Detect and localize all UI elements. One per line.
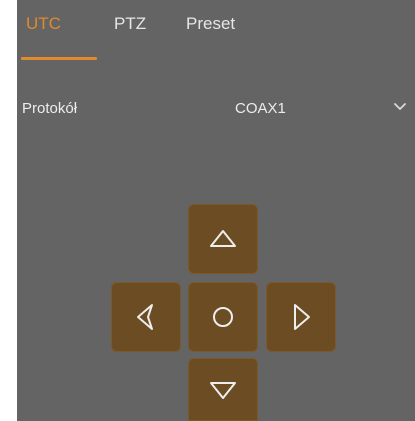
tab-ptz[interactable]: PTZ — [114, 14, 146, 34]
chevron-down-icon[interactable] — [393, 100, 407, 114]
tab-preset[interactable]: Preset — [186, 14, 235, 34]
tab-utc[interactable]: UTC — [26, 14, 61, 34]
tab-bar: UTC PTZ Preset — [17, 0, 415, 60]
center-button[interactable] — [188, 282, 258, 352]
utc-panel: UTC PTZ Preset Protokół COAX1 — [17, 0, 415, 421]
protocol-row[interactable]: Protokół COAX1 — [17, 96, 415, 122]
triangle-down-icon — [210, 381, 236, 399]
triangle-up-icon — [210, 230, 236, 247]
triangle-left-icon — [137, 304, 153, 330]
pan-up-button[interactable] — [188, 204, 258, 274]
pan-right-button[interactable] — [266, 282, 336, 352]
protocol-label: Protokół — [22, 100, 78, 117]
circle-icon — [213, 307, 233, 327]
active-tab-indicator — [21, 57, 97, 60]
protocol-select[interactable]: COAX1 — [235, 100, 286, 117]
triangle-right-icon — [294, 304, 310, 330]
pan-down-button[interactable] — [188, 358, 258, 421]
pan-left-button[interactable] — [111, 282, 181, 352]
